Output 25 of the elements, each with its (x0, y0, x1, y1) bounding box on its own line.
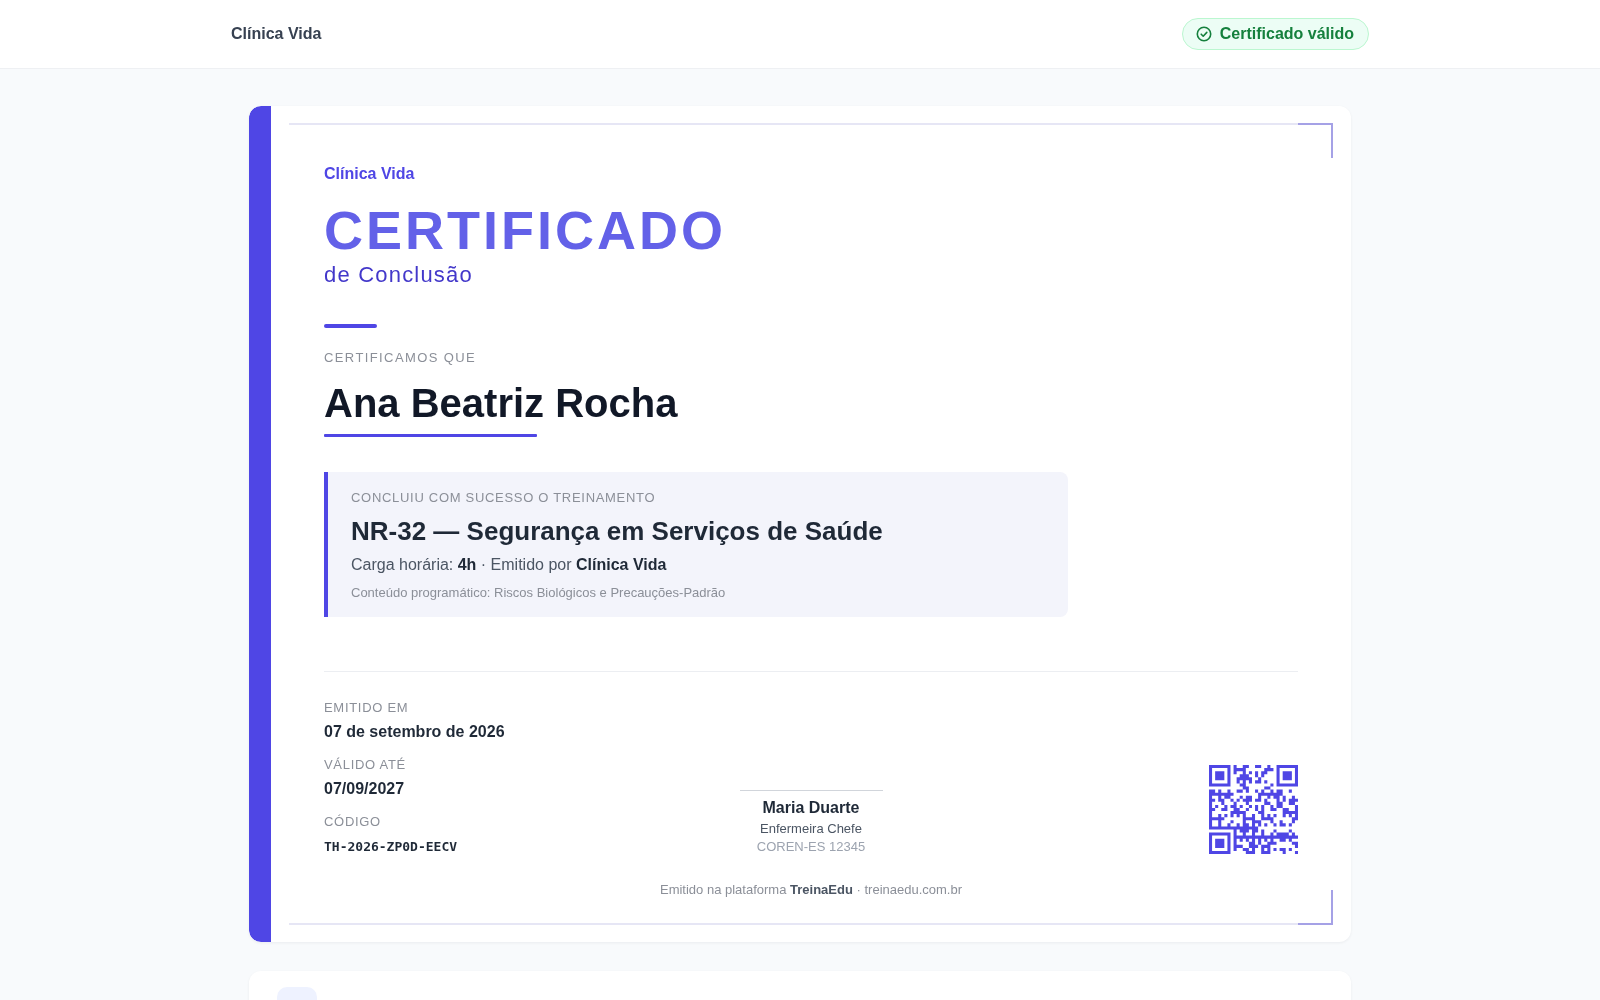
field-label: VÁLIDO ATÉ (324, 757, 406, 772)
intro-text: CERTIFICAMOS QUE (324, 350, 477, 365)
course-name: NR-32 — Segurança em Serviços de Saúde (351, 516, 883, 547)
certificate-subtitle: de Conclusão (324, 262, 473, 288)
signer-registration: COREN-ES 12345 (756, 839, 866, 854)
signer-name: Maria Duarte (762, 799, 860, 817)
brand-name: Clínica Vida (231, 25, 322, 43)
certificate-title: CERTIFICADO (324, 203, 726, 257)
issuer-name: Clínica Vida (324, 165, 415, 183)
field-value: 07/09/2027 (324, 780, 405, 798)
check-circle-icon (1195, 26, 1212, 42)
status-badge: Certificado válido (1181, 18, 1369, 50)
footer-text: Emitido na plataforma TreinaEdu · treinaedu.com.br (659, 882, 962, 897)
field-value: 07 de setembro de 2026 (324, 723, 505, 741)
corner-bracket (1298, 890, 1333, 925)
recipient-name: Ana Beatriz Rocha (324, 381, 678, 426)
course-syllabus: Conteúdo programático: Riscos Biológicos e Precauções-Padrão (351, 585, 726, 600)
field-label: EMITIDO EM (324, 700, 409, 715)
corner-bracket (1298, 123, 1333, 158)
certificate-code: TH-2026-ZP0D-EECV (324, 839, 458, 854)
course-label: CONCLUIU COM SUCESSO O TREINAMENTO (351, 490, 656, 505)
field-label: CÓDIGO (324, 814, 381, 829)
accent-line (324, 324, 377, 328)
signer-role: Enfermeira Chefe (760, 821, 862, 836)
course-details: Carga horária: 4h · Emitido por Clínica Vida (351, 556, 667, 574)
